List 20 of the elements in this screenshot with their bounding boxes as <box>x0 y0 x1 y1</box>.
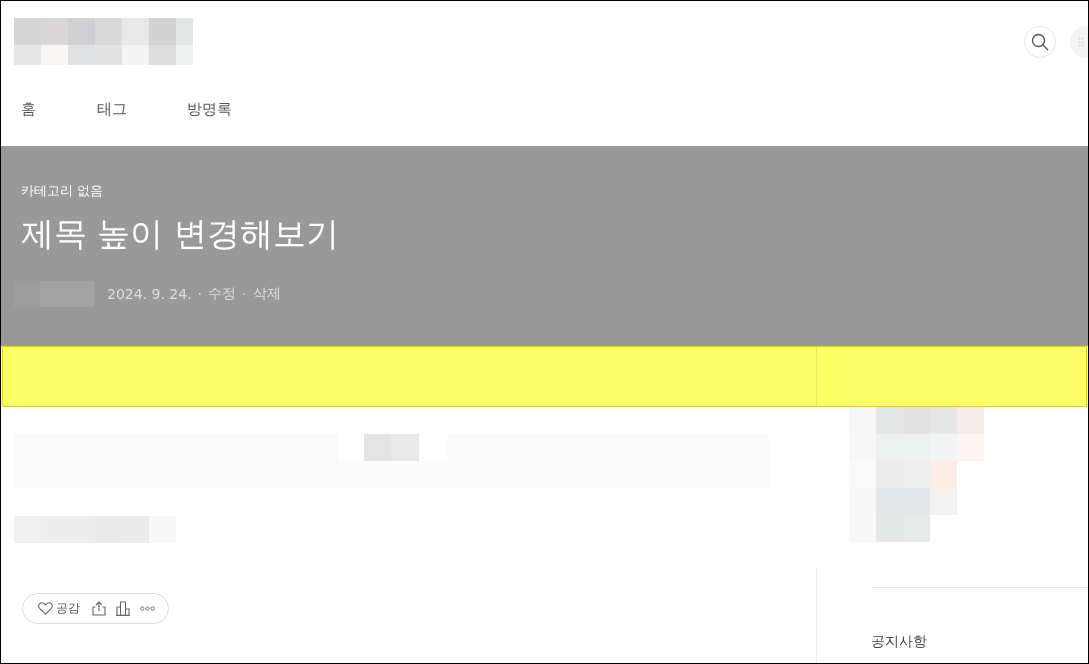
post-title: 제목 높이 변경해보기 <box>21 213 339 255</box>
separator-dot: · <box>242 286 247 302</box>
share-button[interactable] <box>92 601 106 616</box>
search-icon <box>1031 33 1049 51</box>
heart-icon <box>38 602 53 615</box>
bar-chart-icon <box>116 601 130 616</box>
search-button[interactable] <box>1024 26 1056 58</box>
more-icon <box>140 606 155 611</box>
sidebar-heading: 공지사항 <box>871 632 927 650</box>
more-button[interactable] <box>140 606 155 611</box>
nav-link[interactable]: 방명록 <box>187 99 232 119</box>
nav-link[interactable]: 태그 <box>97 99 127 119</box>
post-date: 2024. 9. 24. <box>107 286 192 302</box>
dots-icon <box>1078 37 1084 47</box>
like-button[interactable]: 공감 <box>38 600 80 617</box>
stats-button[interactable] <box>116 601 130 616</box>
nav-link[interactable]: 홈 <box>21 99 36 119</box>
post-category: 카테고리 없음 <box>21 182 104 200</box>
share-icon <box>92 601 106 616</box>
separator-dot: · <box>197 286 203 302</box>
